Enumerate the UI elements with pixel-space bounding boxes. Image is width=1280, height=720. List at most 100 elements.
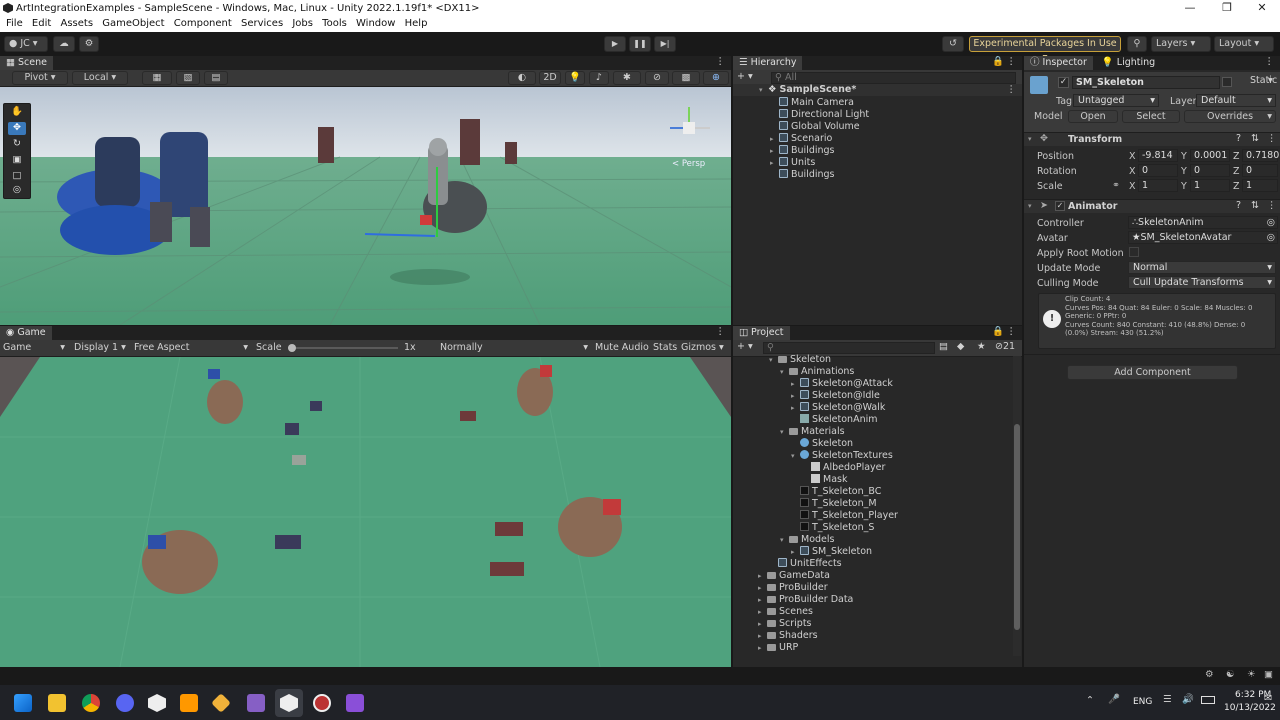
project-item[interactable]: ▾ Skeleton — [733, 354, 1013, 366]
project-item[interactable]: ▾ SkeletonTextures — [733, 450, 1013, 462]
expanded-arrow-icon[interactable]: ▾ — [791, 450, 800, 462]
collapsed-arrow-icon[interactable]: ▸ — [791, 378, 800, 390]
transform-menu-icon[interactable]: ⋮ — [1267, 133, 1277, 144]
rotation-x-field[interactable]: 0 — [1138, 164, 1178, 177]
menu-tools[interactable]: Tools — [316, 17, 347, 29]
collapsed-arrow-icon[interactable]: ▸ — [758, 606, 767, 618]
search-by-label-icon[interactable]: ◆ — [957, 341, 964, 352]
camera-button[interactable]: ▩ — [672, 71, 700, 85]
mute-audio-toggle[interactable]: Mute Audio — [595, 342, 649, 353]
apply-root-motion-checkbox[interactable] — [1129, 247, 1139, 257]
constrain-proportions-icon[interactable]: ⚭ — [1112, 180, 1120, 191]
project-item[interactable]: T_Skeleton_M — [733, 498, 1013, 510]
animator-enabled-checkbox[interactable]: ✓ — [1055, 201, 1065, 211]
search-by-type-icon[interactable]: ▤ — [939, 341, 948, 352]
collapsed-arrow-icon[interactable]: ▸ — [758, 570, 767, 582]
project-item[interactable]: ▸ Skeleton@Attack — [733, 378, 1013, 390]
layout-dropdown[interactable]: Layout ▾ — [1214, 36, 1274, 52]
expanded-arrow-icon[interactable]: ▾ — [780, 426, 789, 438]
select-button[interactable]: Select — [1122, 110, 1180, 123]
tab-project[interactable]: ◫ Project — [733, 326, 790, 340]
search-button[interactable]: ⚲ — [1127, 36, 1147, 52]
pivot-dropdown[interactable]: Pivot ▾ — [12, 71, 68, 85]
game-viewport[interactable] — [0, 357, 731, 667]
wifi-icon[interactable]: ☰ — [1163, 694, 1172, 705]
collapsed-arrow-icon[interactable]: ▸ — [758, 630, 767, 642]
maximize-button[interactable]: ❐ — [1212, 0, 1242, 17]
rotation-z-field[interactable]: 0 — [1242, 164, 1278, 177]
shading-mode-button[interactable]: ◐ — [508, 71, 536, 85]
audio-toggle[interactable]: ♪ — [589, 71, 609, 85]
project-item[interactable]: ▸ URP — [733, 642, 1013, 654]
scene-menu-icon[interactable]: ⋮ — [716, 56, 726, 67]
menu-help[interactable]: Help — [399, 17, 428, 29]
collapsed-arrow-icon[interactable]: ▸ — [758, 642, 767, 654]
hierarchy-item-directional-light[interactable]: Directional Light — [733, 109, 1022, 121]
tab-hierarchy[interactable]: ☰ Hierarchy — [733, 56, 803, 70]
hierarchy-item-scenario[interactable]: ▸ Scenario — [733, 133, 1022, 145]
active-checkbox[interactable]: ✓ — [1058, 77, 1069, 88]
menu-jobs[interactable]: Jobs — [286, 17, 313, 29]
animator-fold-icon[interactable]: ▾ — [1028, 202, 1037, 210]
favorites-icon[interactable]: ★ — [977, 341, 986, 352]
project-item[interactable]: UnitEffects — [733, 558, 1013, 570]
project-scrollbar[interactable] — [1013, 356, 1021, 656]
expanded-arrow-icon[interactable]: ▾ — [780, 366, 789, 378]
play-mode-dropdown[interactable]: Normally ▾ — [440, 342, 590, 353]
animator-preset-icon[interactable]: ⇅ — [1251, 200, 1259, 211]
expanded-arrow-icon[interactable]: ▾ — [769, 354, 778, 366]
animator-help-icon[interactable]: ? — [1236, 200, 1241, 211]
hierarchy-item-main-camera[interactable]: Main Camera — [733, 97, 1022, 109]
project-item[interactable]: AlbedoPlayer — [733, 462, 1013, 474]
ruler-button[interactable]: ▤ — [204, 71, 228, 85]
update-mode-dropdown[interactable]: Normal ▾ — [1128, 261, 1276, 274]
gizmos-dropdown[interactable]: Gizmos ▾ — [681, 342, 724, 353]
collapsed-arrow-icon[interactable]: ▸ — [758, 594, 767, 606]
sublime-text-icon[interactable] — [180, 694, 198, 712]
project-search-input[interactable]: ⚲ — [763, 342, 935, 354]
game-menu-icon[interactable]: ⋮ — [716, 326, 726, 337]
tab-inspector[interactable]: ⓘ Inspector — [1024, 56, 1093, 70]
collab-button[interactable]: ⚙ — [79, 36, 99, 52]
scale-x-field[interactable]: 1 — [1138, 179, 1178, 192]
file-explorer-icon[interactable] — [48, 694, 66, 712]
hierarchy-item-global-volume[interactable]: Global Volume — [733, 121, 1022, 133]
animator-header[interactable]: ▾ ➤ ✓ Animator ? ⇅ ⋮ — [1024, 199, 1280, 213]
layer-dropdown[interactable]: Default ▾ — [1196, 94, 1276, 107]
collapsed-arrow-icon[interactable]: ▸ — [758, 582, 767, 594]
transform-tool-icon[interactable]: ◎ — [8, 184, 26, 197]
culling-mode-dropdown[interactable]: Cull Update Transforms ▾ — [1128, 276, 1276, 289]
project-scrollbar-thumb[interactable] — [1014, 424, 1020, 630]
object-name-field[interactable]: SM_Skeleton — [1072, 76, 1220, 89]
purple-app-icon[interactable] — [346, 694, 364, 712]
clock-date[interactable]: 10/13/2022 — [1224, 703, 1276, 713]
collapsed-arrow-icon[interactable]: ▸ — [791, 546, 800, 558]
project-item[interactable]: Mask — [733, 474, 1013, 486]
project-item[interactable]: ▸ Skeleton@Idle — [733, 390, 1013, 402]
project-item[interactable]: ▾ Materials — [733, 426, 1013, 438]
overrides-dropdown[interactable]: Overrides ▾ — [1184, 110, 1276, 123]
rect-tool-icon[interactable]: □ — [8, 170, 26, 183]
hidden-toggle[interactable]: ⊘ — [645, 71, 669, 85]
tab-lighting[interactable]: 💡 Lighting — [1096, 56, 1161, 70]
collapsed-arrow-icon[interactable]: ▸ — [791, 390, 800, 402]
inspector-menu-icon[interactable]: ⋮ — [1265, 56, 1275, 67]
menu-component[interactable]: Component — [168, 17, 232, 29]
project-item[interactable]: ▸ ProBuilder — [733, 582, 1013, 594]
collapsed-arrow-icon[interactable]: ▸ — [770, 133, 779, 145]
hierarchy-item-buildings-2[interactable]: Buildings — [733, 169, 1022, 181]
visual-studio-icon[interactable] — [247, 694, 265, 712]
display-mode-dropdown[interactable]: Game ▾ — [3, 342, 67, 353]
controller-picker-icon[interactable]: ◎ — [1267, 217, 1275, 228]
scene-fold-icon[interactable]: ▾ — [759, 84, 768, 96]
rotate-tool-icon[interactable]: ↻ — [8, 138, 26, 151]
collab-status-icon[interactable]: ▣ — [1264, 669, 1273, 680]
project-item[interactable]: T_Skeleton_S — [733, 522, 1013, 534]
project-item[interactable]: ▸ Shaders — [733, 630, 1013, 642]
aspect-dropdown[interactable]: Free Aspect ▾ — [134, 342, 250, 353]
bug-report-icon[interactable]: ⚙ — [1205, 669, 1214, 680]
play-button[interactable]: ▶ — [604, 36, 626, 52]
project-item[interactable]: ▾ Animations — [733, 366, 1013, 378]
menu-edit[interactable]: Edit — [26, 17, 51, 29]
effects-toggle[interactable]: ✱ — [613, 71, 641, 85]
